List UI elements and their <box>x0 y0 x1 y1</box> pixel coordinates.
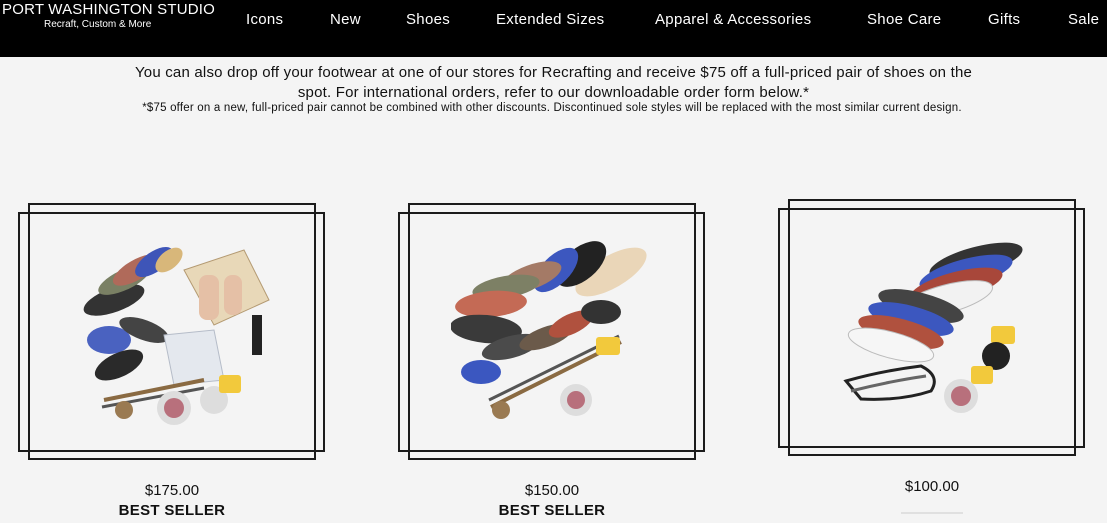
brand-title: PORT WASHINGTON STUDIO <box>2 1 216 18</box>
product-card-1[interactable]: $175.00 BEST SELLER <box>16 200 328 523</box>
recraft-kit-soles-image <box>451 241 647 419</box>
brand-logo[interactable]: PORT WASHINGTON STUDIO Recraft, Custom &… <box>2 1 216 31</box>
product-price: $100.00 <box>904 478 960 495</box>
nav-item-gifts[interactable]: Gifts <box>988 11 1020 29</box>
nav-item-shoe-care[interactable]: Shoe Care <box>867 11 941 29</box>
loading-placeholder-bar <box>901 512 963 514</box>
recraft-kit-sneaker-soles-image <box>843 242 1023 413</box>
offer-footnote: *$75 offer on a new, full-priced pair ca… <box>142 102 962 114</box>
product-price: $150.00 <box>524 482 580 499</box>
recraft-intro-text: You can also drop off your footwear at o… <box>0 63 1107 103</box>
nav-item-sale[interactable]: Sale <box>1068 11 1099 29</box>
product-card-3[interactable]: $100.00 <box>776 196 1088 523</box>
recraft-kit-full-image <box>83 246 270 425</box>
product-price: $175.00 <box>144 482 200 499</box>
brand-subtitle: Recraft, Custom & More <box>44 19 152 30</box>
nav-item-icons[interactable]: Icons <box>246 11 283 29</box>
intro-line-1: You can also drop off your footwear at o… <box>134 64 973 81</box>
nav-item-extended-sizes[interactable]: Extended Sizes <box>496 11 604 29</box>
top-navigation-bar: PORT WASHINGTON STUDIO Recraft, Custom &… <box>0 0 1107 57</box>
intro-line-2: spot. For international orders, refer to… <box>297 84 810 101</box>
nav-item-apparel-accessories[interactable]: Apparel & Accessories <box>655 11 811 29</box>
best-seller-badge: BEST SELLER <box>118 502 226 519</box>
nav-item-new[interactable]: New <box>330 11 361 29</box>
product-card-2[interactable]: $150.00 BEST SELLER <box>396 200 708 523</box>
nav-item-shoes[interactable]: Shoes <box>406 11 450 29</box>
best-seller-badge: BEST SELLER <box>498 502 606 519</box>
